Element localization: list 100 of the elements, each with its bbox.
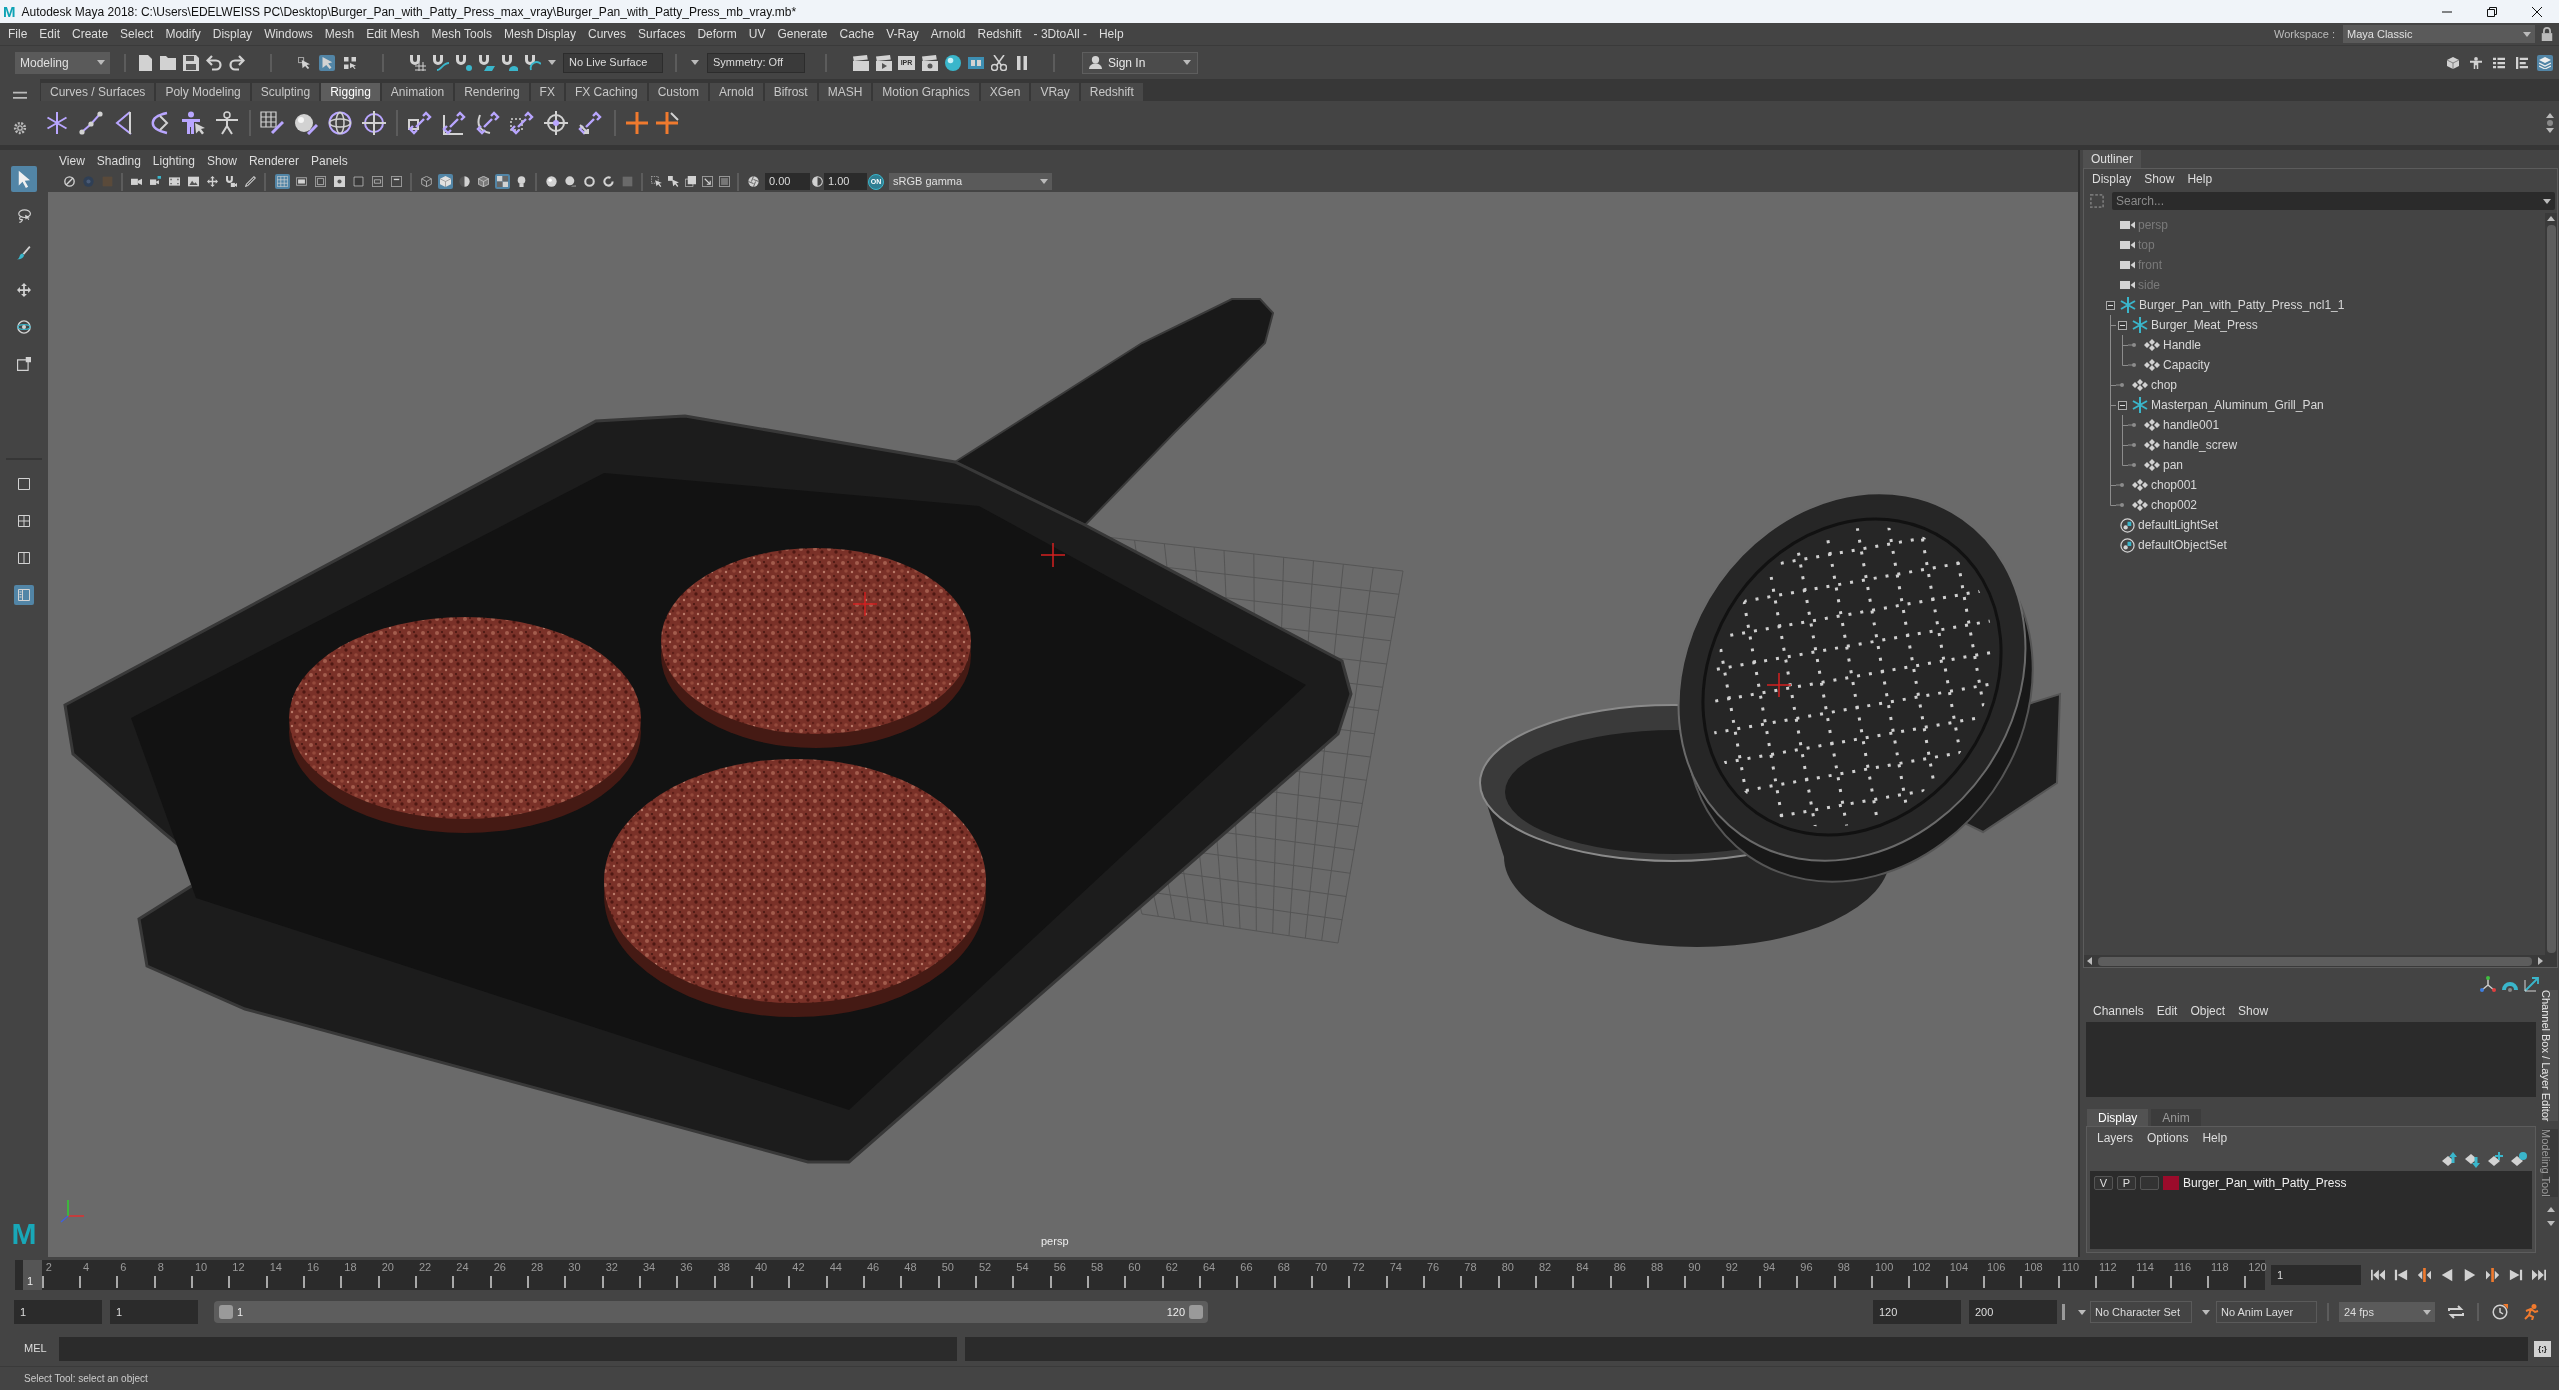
outliner-menu[interactable]: Display — [2092, 170, 2132, 188]
gear-icon[interactable] — [13, 121, 27, 135]
menu-item[interactable]: Deform — [691, 25, 743, 43]
menu-item[interactable]: Mesh — [318, 25, 361, 43]
asterisk-icon[interactable] — [45, 111, 69, 135]
pencil-icon[interactable] — [243, 174, 258, 189]
split-box-icon[interactable] — [967, 54, 984, 71]
running-figure-icon[interactable] — [2523, 1304, 2539, 1320]
shelf-tab[interactable]: Redshift — [1080, 83, 1143, 101]
clapboard-icon[interactable] — [852, 54, 869, 71]
visibility-toggle[interactable]: V — [2094, 1176, 2113, 1190]
magnet-camera-icon[interactable] — [224, 174, 239, 189]
magnet-surface-icon[interactable] — [501, 54, 518, 71]
nested-frame-icon[interactable] — [313, 174, 328, 189]
redo-icon[interactable] — [228, 54, 245, 71]
arrow-link-icon[interactable] — [578, 111, 602, 135]
clapboard-gear-icon[interactable] — [921, 54, 938, 71]
outliner-item[interactable]: chop — [2151, 376, 2178, 394]
horizontal-scrollbar[interactable] — [2084, 955, 2557, 967]
caret-icon[interactable] — [2078, 1309, 2086, 1315]
outliner-item[interactable]: defaultObjectSet — [2138, 536, 2227, 554]
figure-cursor-icon[interactable] — [181, 111, 205, 135]
bone-chain-icon[interactable] — [79, 111, 103, 135]
layer-menu[interactable]: Help — [2202, 1129, 2228, 1147]
minimize-icon[interactable] — [2441, 10, 2452, 13]
lock-icon[interactable] — [2540, 27, 2554, 41]
scroll-right-icon[interactable] — [2538, 957, 2543, 965]
color-space-dropdown[interactable]: sRGB gamma — [889, 173, 1052, 190]
outliner-item[interactable]: defaultLightSet — [2138, 516, 2219, 534]
menu-item[interactable]: Generate — [771, 25, 834, 43]
shelf-tab[interactable]: FX — [530, 83, 564, 101]
collapse-icon[interactable] — [2117, 320, 2127, 330]
swatch-icon[interactable] — [2163, 1176, 2179, 1190]
menu-item[interactable]: Surfaces — [632, 25, 692, 43]
scroll-down-icon[interactable] — [2546, 1221, 2555, 1227]
command-input-field[interactable] — [59, 1336, 957, 1361]
loop-arrows-icon[interactable] — [2448, 1304, 2464, 1320]
caret-icon[interactable] — [1040, 179, 1048, 184]
channel-box-menu[interactable]: Channels — [2093, 1002, 2144, 1020]
close-icon[interactable] — [2531, 6, 2542, 17]
layer-name[interactable]: Burger_Pan_with_Patty_Press — [2183, 1174, 2347, 1192]
range-handle[interactable] — [1189, 1305, 1203, 1319]
grid-pen-icon[interactable] — [260, 111, 284, 135]
person-icon[interactable] — [1089, 56, 1102, 69]
menu-item[interactable]: Select — [114, 25, 160, 43]
shelf-tab[interactable]: Custom — [648, 83, 708, 101]
shelf-tab[interactable]: Sculpting — [251, 83, 320, 101]
cross-icon[interactable] — [625, 111, 649, 135]
shelf-tab[interactable]: Bifrost — [764, 83, 817, 101]
cross-slash-icon[interactable] — [655, 111, 679, 135]
magnet-plane-icon[interactable] — [478, 54, 495, 71]
panel-menu[interactable]: View — [59, 151, 85, 170]
playback-end-field[interactable]: 120 — [1873, 1300, 1961, 1324]
playback-start-field[interactable]: 1 — [110, 1300, 198, 1324]
wireframe-cube-icon[interactable] — [419, 174, 434, 189]
layer-editor-tab[interactable]: Display — [2087, 1109, 2149, 1126]
workspace-dropdown[interactable]: Maya Classic — [2343, 25, 2535, 43]
shelf-tab[interactable]: Curves / Surfaces — [41, 83, 155, 101]
boxed-bar-icon[interactable] — [389, 174, 404, 189]
target-icon[interactable] — [362, 111, 386, 135]
panel-menu[interactable]: Panels — [310, 151, 348, 170]
shelf-tab[interactable]: Rigging — [321, 83, 380, 101]
live-surface-field[interactable]: No Live Surface — [563, 52, 663, 73]
scissors-icon[interactable] — [990, 54, 1007, 71]
menu-item[interactable]: V-Ray — [880, 25, 925, 43]
shadow-sphere-icon[interactable] — [563, 174, 578, 189]
caret-icon[interactable] — [2202, 1309, 2210, 1315]
cursor-box-icon[interactable] — [295, 54, 312, 71]
caret-icon[interactable] — [2543, 198, 2551, 204]
dotted-square-icon[interactable] — [332, 174, 347, 189]
axes-icon[interactable] — [2480, 976, 2496, 992]
scroll-up-icon[interactable] — [2547, 216, 2555, 221]
step-forward-icon[interactable] — [2508, 1268, 2523, 1282]
cursor-squares-icon[interactable] — [341, 54, 358, 71]
menu-item[interactable]: File — [2, 25, 34, 43]
scroll-left-icon[interactable] — [2087, 957, 2092, 965]
stacked-squares-icon[interactable] — [683, 174, 698, 189]
magnet-grid-icon[interactable] — [409, 54, 426, 71]
menu-item[interactable]: Cache — [833, 25, 881, 43]
slashed-circle-icon[interactable] — [62, 174, 77, 189]
sphere-icon[interactable] — [544, 174, 559, 189]
restore-icon[interactable] — [2486, 6, 2497, 17]
panel-menu[interactable]: Shading — [96, 151, 141, 170]
magnet-arc-icon[interactable] — [524, 54, 541, 71]
menu-item[interactable]: Help — [1092, 25, 1130, 43]
half-shaded-circle-icon[interactable] — [457, 174, 472, 189]
panel-menu[interactable]: Lighting — [152, 151, 195, 170]
crosshair-icon[interactable] — [544, 111, 568, 135]
step-back-icon[interactable] — [2393, 1268, 2408, 1282]
magnet-point-icon[interactable] — [455, 54, 472, 71]
stick-figure-icon[interactable] — [215, 111, 239, 135]
figure-icon[interactable] — [2467, 54, 2484, 71]
menu-item[interactable]: Arnold — [924, 25, 972, 43]
animation-start-field[interactable]: 1 — [14, 1300, 102, 1324]
playback-toggle[interactable]: P — [2117, 1176, 2136, 1190]
new-file-icon[interactable] — [136, 54, 153, 71]
menu-item[interactable]: Mesh Display — [498, 25, 583, 43]
outliner-item[interactable]: handle_screw — [2163, 436, 2238, 454]
caret-icon[interactable] — [1183, 60, 1191, 65]
wire-cube-icon[interactable] — [476, 174, 491, 189]
